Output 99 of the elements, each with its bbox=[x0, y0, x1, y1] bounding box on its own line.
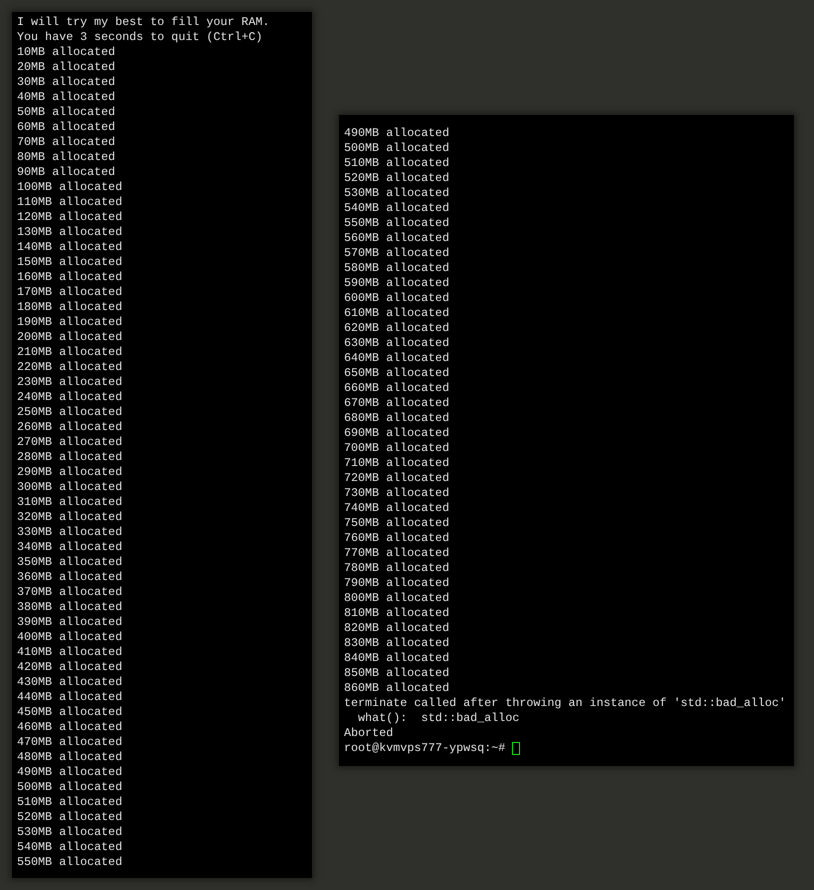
terminal-line: 750MB allocated bbox=[344, 516, 450, 531]
terminal-line: 690MB allocated bbox=[344, 426, 450, 441]
terminal-line: 350MB allocated bbox=[17, 555, 122, 570]
terminal-line: 510MB allocated bbox=[17, 795, 122, 810]
terminal-line: 740MB allocated bbox=[344, 501, 450, 516]
terminal-line: 250MB allocated bbox=[17, 405, 122, 420]
terminal-line: 380MB allocated bbox=[17, 600, 122, 615]
terminal-line: 800MB allocated bbox=[344, 591, 450, 606]
terminal-line: 830MB allocated bbox=[344, 636, 450, 651]
terminal-line: 540MB allocated bbox=[344, 201, 450, 216]
terminal-line: 240MB allocated bbox=[17, 390, 122, 405]
terminal-line: 390MB allocated bbox=[17, 615, 122, 630]
terminal-line: 710MB allocated bbox=[344, 456, 450, 471]
terminal-line: 100MB allocated bbox=[17, 180, 122, 195]
terminal-line: 650MB allocated bbox=[344, 366, 450, 381]
terminal-line: Aborted bbox=[344, 726, 394, 741]
terminal-line: 530MB allocated bbox=[17, 825, 122, 840]
terminal-line: what(): std::bad_alloc bbox=[357, 711, 520, 726]
terminal-line: 280MB allocated bbox=[17, 450, 122, 465]
terminal-line: 530MB allocated bbox=[344, 186, 450, 201]
terminal-line: 120MB allocated bbox=[17, 210, 122, 225]
terminal-line: 820MB allocated bbox=[344, 621, 450, 636]
terminal-line: 660MB allocated bbox=[344, 381, 450, 396]
terminal-line: 400MB allocated bbox=[17, 630, 122, 645]
terminal-line: 500MB allocated bbox=[17, 780, 122, 795]
terminal-line: 40MB allocated bbox=[17, 90, 116, 105]
terminal-line: 580MB allocated bbox=[344, 261, 450, 276]
terminal-line: 50MB allocated bbox=[17, 105, 116, 120]
terminal-line: 560MB allocated bbox=[344, 231, 450, 246]
terminal-line: 700MB allocated bbox=[344, 441, 450, 456]
terminal-line: 860MB allocated bbox=[344, 681, 450, 696]
terminal-line: 520MB allocated bbox=[344, 171, 450, 186]
terminal-line: 450MB allocated bbox=[17, 705, 122, 720]
terminal-line: 460MB allocated bbox=[17, 720, 122, 735]
terminal-line: 110MB allocated bbox=[17, 195, 122, 210]
terminal-line: 80MB allocated bbox=[17, 150, 116, 165]
terminal-line: 370MB allocated bbox=[17, 585, 122, 600]
terminal-line: You have 3 seconds to quit (Ctrl+C) bbox=[17, 30, 262, 45]
terminal-line: 500MB allocated bbox=[344, 141, 450, 156]
terminal-line: 540MB allocated bbox=[17, 840, 122, 855]
terminal-line: root@kvmvps777-ypwsq:~# bbox=[344, 741, 506, 756]
terminal-line: 550MB allocated bbox=[17, 855, 122, 870]
terminal-line: 340MB allocated bbox=[17, 540, 122, 555]
terminal-line: 730MB allocated bbox=[344, 486, 450, 501]
terminal-line: 600MB allocated bbox=[344, 291, 450, 306]
terminal-line: 290MB allocated bbox=[17, 465, 122, 480]
terminal-line: 680MB allocated bbox=[344, 411, 450, 426]
terminal-line: 590MB allocated bbox=[344, 276, 450, 291]
terminal-line: 70MB allocated bbox=[17, 135, 116, 150]
terminal-line: 230MB allocated bbox=[17, 375, 122, 390]
terminal-line: 670MB allocated bbox=[344, 396, 450, 411]
terminal-line: 550MB allocated bbox=[344, 216, 450, 231]
terminal-line: 810MB allocated bbox=[344, 606, 450, 621]
terminal-line: 630MB allocated bbox=[344, 336, 450, 351]
terminal-line: 780MB allocated bbox=[344, 561, 450, 576]
terminal-line: 10MB allocated bbox=[17, 45, 116, 60]
terminal-line: 790MB allocated bbox=[344, 576, 450, 591]
terminal-line: 210MB allocated bbox=[17, 345, 122, 360]
terminal-line: 150MB allocated bbox=[17, 255, 122, 270]
terminal-line: 130MB allocated bbox=[17, 225, 122, 240]
terminal-line: 180MB allocated bbox=[17, 300, 122, 315]
terminal-line: 140MB allocated bbox=[17, 240, 122, 255]
terminal-line: 360MB allocated bbox=[17, 570, 122, 585]
terminal-line: 430MB allocated bbox=[17, 675, 122, 690]
terminal-line: 270MB allocated bbox=[17, 435, 122, 450]
terminal-line: I will try my best to fill your RAM. bbox=[17, 15, 270, 30]
terminal-line: 300MB allocated bbox=[17, 480, 122, 495]
terminal-line: 490MB allocated bbox=[344, 126, 450, 141]
terminal-line: 520MB allocated bbox=[17, 810, 122, 825]
terminal-line: 220MB allocated bbox=[17, 360, 122, 375]
terminal-line: 60MB allocated bbox=[17, 120, 116, 135]
terminal-line: 510MB allocated bbox=[344, 156, 450, 171]
terminal-line: 20MB allocated bbox=[17, 60, 116, 75]
terminal-line: 310MB allocated bbox=[17, 495, 122, 510]
terminal-line: 570MB allocated bbox=[344, 246, 450, 261]
terminal-line: 720MB allocated bbox=[344, 471, 450, 486]
terminal-line: 260MB allocated bbox=[17, 420, 122, 435]
terminal-line: 760MB allocated bbox=[344, 531, 450, 546]
terminal-line: terminate called after throwing an instance of 'std::bad_alloc' bbox=[344, 696, 786, 711]
terminal-line: 160MB allocated bbox=[17, 270, 122, 285]
terminal-line: 410MB allocated bbox=[17, 645, 122, 660]
terminal-line: 200MB allocated bbox=[17, 330, 122, 345]
terminal-line: 470MB allocated bbox=[17, 735, 122, 750]
terminal-line: 440MB allocated bbox=[17, 690, 122, 705]
terminal-line: 190MB allocated bbox=[17, 315, 122, 330]
terminal-line: 620MB allocated bbox=[344, 321, 450, 336]
terminal-line: 490MB allocated bbox=[17, 765, 122, 780]
terminal-line: 770MB allocated bbox=[344, 546, 450, 561]
terminal-line: 30MB allocated bbox=[17, 75, 116, 90]
terminal-line: 170MB allocated bbox=[17, 285, 122, 300]
terminal-line: 90MB allocated bbox=[17, 165, 116, 180]
terminal-line: 320MB allocated bbox=[17, 510, 122, 525]
terminal-line: 480MB allocated bbox=[17, 750, 122, 765]
terminal-line: 330MB allocated bbox=[17, 525, 122, 540]
terminal-line: 840MB allocated bbox=[344, 651, 450, 666]
terminal-line: 610MB allocated bbox=[344, 306, 450, 321]
terminal-line: 640MB allocated bbox=[344, 351, 450, 366]
terminal-line: 850MB allocated bbox=[344, 666, 450, 681]
terminal-line: 420MB allocated bbox=[17, 660, 122, 675]
